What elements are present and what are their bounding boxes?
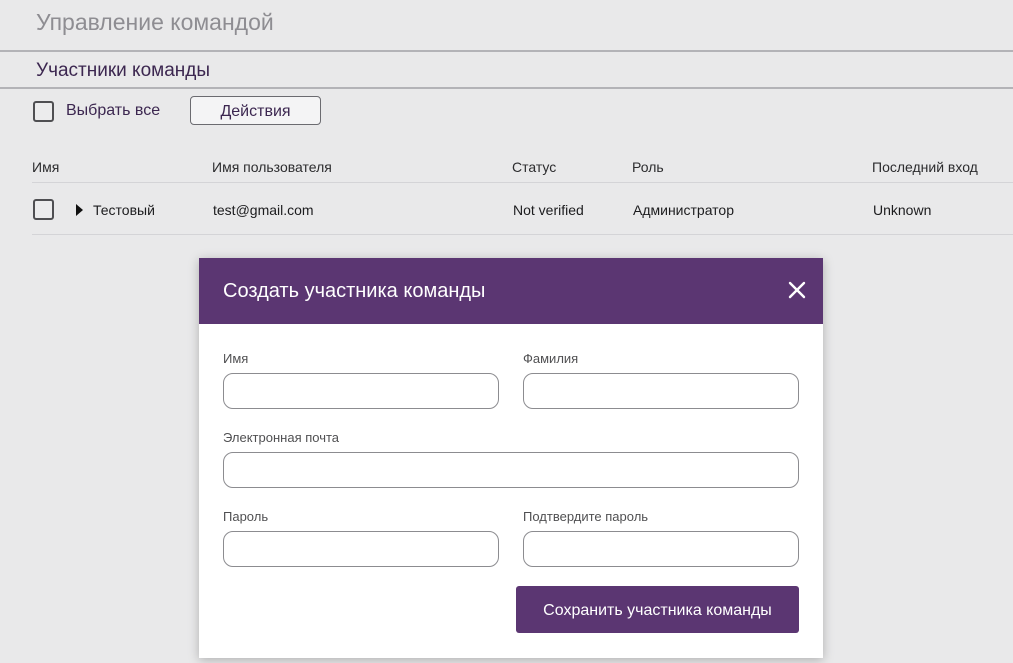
confirm-password-input[interactable]: [523, 531, 799, 567]
email-label: Электронная почта: [223, 430, 340, 445]
section-title: Участники команды: [36, 60, 211, 81]
select-all-label[interactable]: Выбрать все: [66, 102, 160, 120]
select-all-checkbox[interactable]: [33, 101, 54, 122]
dialog-header: Создать участника команды: [199, 258, 823, 324]
actions-button[interactable]: Действия: [190, 96, 321, 125]
email-input[interactable]: [223, 452, 799, 488]
cell-name: Тестовый: [93, 202, 155, 218]
divider: [0, 87, 1013, 89]
column-header-status: Статус: [512, 159, 557, 175]
last-name-input[interactable]: [523, 373, 799, 409]
cell-last-login: Unknown: [873, 202, 932, 218]
column-header-last-login: Последний вход: [872, 159, 978, 175]
password-input[interactable]: [223, 531, 499, 567]
column-header-role: Роль: [632, 159, 664, 175]
cell-status: Not verified: [513, 202, 584, 218]
first-name-input[interactable]: [223, 373, 499, 409]
cell-role: Администратор: [633, 202, 735, 218]
confirm-password-label: Подтвердите пароль: [523, 509, 649, 524]
cell-username: test@gmail.com: [213, 202, 314, 218]
save-member-button[interactable]: Сохранить участника команды: [516, 586, 799, 633]
create-member-dialog: Создать участника команды Имя Фамилия Эл…: [199, 258, 823, 658]
row-checkbox[interactable]: [33, 199, 54, 220]
team-management-page: Управление командой Участники команды Вы…: [0, 0, 1013, 663]
password-label: Пароль: [223, 509, 269, 524]
expand-caret-icon[interactable]: [76, 204, 83, 216]
last-name-label: Фамилия: [523, 351, 579, 366]
table-divider: [32, 182, 1013, 183]
page-title: Управление командой: [36, 9, 274, 35]
first-name-label: Имя: [223, 351, 249, 366]
table-divider: [32, 234, 1013, 235]
column-header-name: Имя: [32, 159, 60, 175]
dialog-title: Создать участника команды: [223, 280, 486, 302]
close-icon[interactable]: [787, 280, 807, 300]
column-header-username: Имя пользователя: [212, 159, 332, 175]
divider: [0, 50, 1013, 52]
